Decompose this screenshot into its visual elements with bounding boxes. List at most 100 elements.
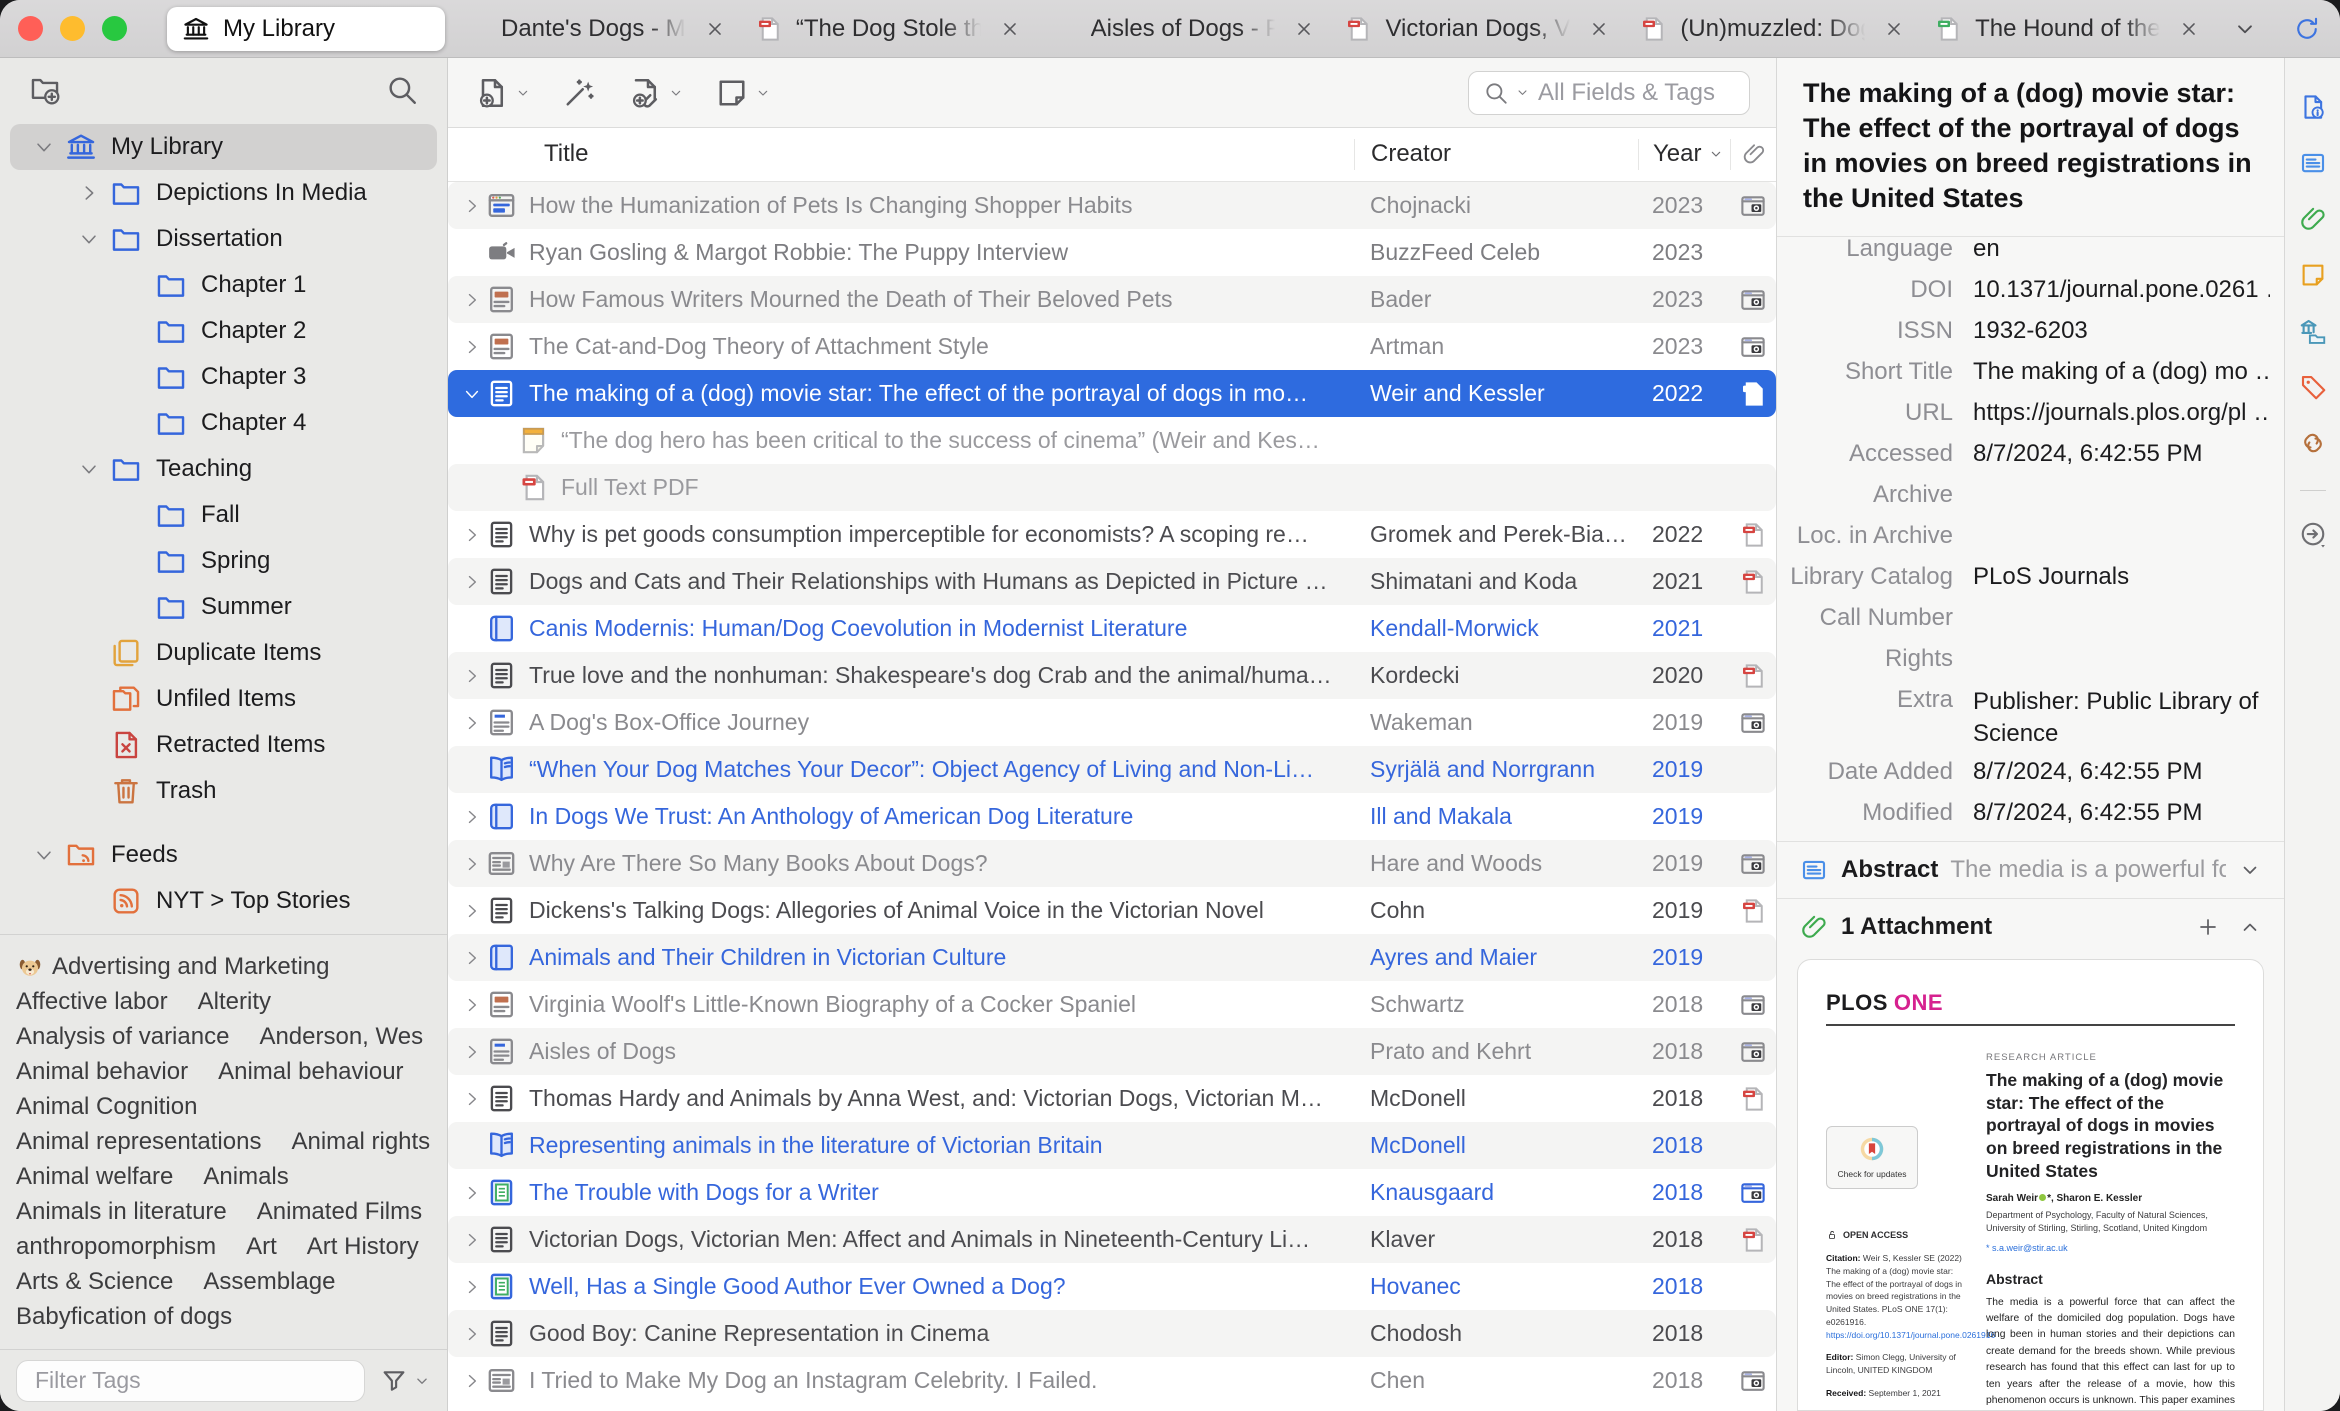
- tag[interactable]: Advertising and Marketing: [16, 949, 329, 984]
- tag[interactable]: Animal behavior: [16, 1054, 188, 1089]
- expander-chevron-icon[interactable]: [448, 1277, 482, 1297]
- attachments-section-header[interactable]: 1 Attachment: [1777, 897, 2284, 955]
- table-row[interactable]: Canis Modernis: Human/Dog Coevolution in…: [448, 605, 1776, 652]
- close-icon[interactable]: [1883, 18, 1905, 40]
- pane-tab[interactable]: [2298, 148, 2328, 178]
- pane-tab[interactable]: [2298, 92, 2328, 122]
- close-icon[interactable]: [704, 18, 726, 40]
- tab[interactable]: Dante's Dogs - Mang: [445, 7, 740, 51]
- tag[interactable]: Animal rights: [291, 1124, 430, 1159]
- table-row[interactable]: Ryan Gosling & Margot Robbie: The Puppy …: [448, 229, 1776, 276]
- collection-tree-item[interactable]: Duplicate Items: [10, 630, 437, 676]
- expander-chevron-icon[interactable]: [24, 844, 64, 866]
- tag[interactable]: Analysis of variance: [16, 1019, 229, 1054]
- field-value[interactable]: 10.1371/journal.pone.0261 …: [1973, 276, 2270, 304]
- tag[interactable]: Animals in literature: [16, 1194, 227, 1229]
- collection-tree-item[interactable]: Fall: [10, 492, 437, 538]
- add-attachment-plus-icon[interactable]: [2196, 915, 2220, 939]
- chevron-down-icon[interactable]: [2238, 858, 2262, 882]
- table-row[interactable]: Good Boy: Canine Representation in Cinem…: [448, 1310, 1776, 1357]
- expander-chevron-icon[interactable]: [448, 948, 482, 968]
- expander-chevron-icon[interactable]: [448, 666, 482, 686]
- expander-chevron-icon[interactable]: [448, 290, 482, 310]
- tag[interactable]: Art: [246, 1229, 277, 1264]
- pane-tab[interactable]: [2298, 204, 2328, 234]
- table-row[interactable]: Dickens's Talking Dogs: Allegories of An…: [448, 887, 1776, 934]
- pane-tab[interactable]: [2298, 260, 2328, 290]
- field-row[interactable]: ISSN 1932-6203: [1777, 308, 2270, 349]
- tag[interactable]: Assemblage: [203, 1264, 335, 1299]
- table-row[interactable]: In Dogs We Trust: An Anthology of Americ…: [448, 793, 1776, 840]
- field-value[interactable]: https://journals.plos.org/pl …: [1973, 399, 2270, 427]
- field-row[interactable]: URL https://journals.plos.org/pl …: [1777, 390, 2270, 431]
- locate-button[interactable]: [2298, 519, 2328, 549]
- expander-chevron-icon[interactable]: [448, 1371, 482, 1391]
- expander-chevron-icon[interactable]: [448, 1230, 482, 1250]
- expander-chevron-icon[interactable]: [448, 807, 482, 827]
- tag[interactable]: Anderson, Wes: [259, 1019, 423, 1054]
- field-row[interactable]: Library Catalog PLoS Journals: [1777, 554, 2270, 595]
- field-row[interactable]: Modified 8/7/2024, 6:42:55 PM: [1777, 790, 2270, 831]
- tag-filter-funnel-icon[interactable]: [379, 1366, 409, 1396]
- table-row[interactable]: A Dog's Box-Office Journey Wakeman 2019: [448, 699, 1776, 746]
- feed-tree-item[interactable]: Feeds: [10, 832, 437, 878]
- tag[interactable]: Animated Films: [257, 1194, 422, 1229]
- tag[interactable]: Animal welfare: [16, 1159, 173, 1194]
- add-attachment-button[interactable]: [627, 75, 684, 111]
- new-collection-icon[interactable]: [28, 73, 62, 107]
- table-row[interactable]: Virginia Woolf's Little-Known Biography …: [448, 981, 1776, 1028]
- expander-chevron-icon[interactable]: [448, 1324, 482, 1344]
- field-value[interactable]: 8/7/2024, 6:42:55 PM: [1973, 799, 2270, 827]
- search-box[interactable]: [1468, 70, 1750, 115]
- table-row[interactable]: The Trouble with Dogs for a Writer Knaus…: [448, 1169, 1776, 1216]
- table-row[interactable]: Why Are There So Many Books About Dogs? …: [448, 840, 1776, 887]
- close-icon[interactable]: [2178, 18, 2200, 40]
- close-icon[interactable]: [1588, 18, 1610, 40]
- table-row[interactable]: True love and the nonhuman: Shakespeare'…: [448, 652, 1776, 699]
- tab[interactable]: Victorian Dogs, Victo: [1329, 7, 1624, 51]
- new-note-button[interactable]: [714, 75, 771, 111]
- search-icon[interactable]: [1483, 80, 1509, 106]
- tag[interactable]: Affective labor: [16, 984, 168, 1019]
- add-by-identifier-button[interactable]: [561, 75, 597, 111]
- table-row[interactable]: Well, Has a Single Good Author Ever Owne…: [448, 1263, 1776, 1310]
- collection-tree-item[interactable]: Chapter 3: [10, 354, 437, 400]
- table-row[interactable]: “When Your Dog Matches Your Decor”: Obje…: [448, 746, 1776, 793]
- search-input[interactable]: [1536, 77, 1735, 108]
- close-icon[interactable]: [1293, 18, 1315, 40]
- pane-tab[interactable]: [2298, 428, 2328, 458]
- field-row[interactable]: Language en: [1777, 237, 2270, 267]
- chevron-down-icon[interactable]: [1515, 85, 1530, 100]
- column-header-attachment[interactable]: [1730, 138, 1776, 171]
- collection-tree-item[interactable]: Spring: [10, 538, 437, 584]
- attachment-preview-card[interactable]: PLOS ONE Check for updates OPEN ACCESS C…: [1797, 958, 2264, 1411]
- expander-chevron-icon[interactable]: [448, 384, 482, 404]
- table-row[interactable]: Why is pet goods consumption imperceptib…: [448, 511, 1776, 558]
- chevron-down-icon[interactable]: [413, 1372, 431, 1390]
- expander-chevron-icon[interactable]: [69, 228, 109, 250]
- tab-overflow-chevron-down-icon[interactable]: [2232, 16, 2258, 42]
- field-value[interactable]: PLoS Journals: [1973, 563, 2270, 591]
- filter-tags-input[interactable]: [16, 1359, 365, 1402]
- table-row[interactable]: “The dog hero has been critical to the s…: [448, 417, 1776, 464]
- table-row[interactable]: Full Text PDF: [448, 464, 1776, 511]
- table-row[interactable]: Aisles of Dogs Prato and Kehrt 2018: [448, 1028, 1776, 1075]
- expander-chevron-icon[interactable]: [448, 1089, 482, 1109]
- tag[interactable]: Alterity: [198, 984, 271, 1019]
- expander-chevron-icon[interactable]: [69, 182, 109, 204]
- collection-search-icon[interactable]: [385, 73, 419, 107]
- expander-chevron-icon[interactable]: [448, 1042, 482, 1062]
- field-value[interactable]: en: [1973, 237, 2270, 263]
- field-row[interactable]: Date Added 8/7/2024, 6:42:55 PM: [1777, 749, 2270, 790]
- expander-chevron-icon[interactable]: [448, 196, 482, 216]
- field-value[interactable]: 8/7/2024, 6:42:55 PM: [1973, 758, 2270, 786]
- field-row[interactable]: DOI 10.1371/journal.pone.0261 …: [1777, 267, 2270, 308]
- table-row[interactable]: The making of a (dog) movie star: The ef…: [448, 370, 1776, 417]
- close-icon[interactable]: [999, 18, 1021, 40]
- collection-tree-item[interactable]: Trash: [10, 768, 437, 814]
- tag[interactable]: anthropomorphism: [16, 1229, 216, 1264]
- tag[interactable]: Animals: [203, 1159, 288, 1194]
- field-value[interactable]: 8/7/2024, 6:42:55 PM: [1973, 440, 2270, 468]
- collection-tree-item[interactable]: Chapter 1: [10, 262, 437, 308]
- field-value[interactable]: 1932-6203: [1973, 317, 2270, 345]
